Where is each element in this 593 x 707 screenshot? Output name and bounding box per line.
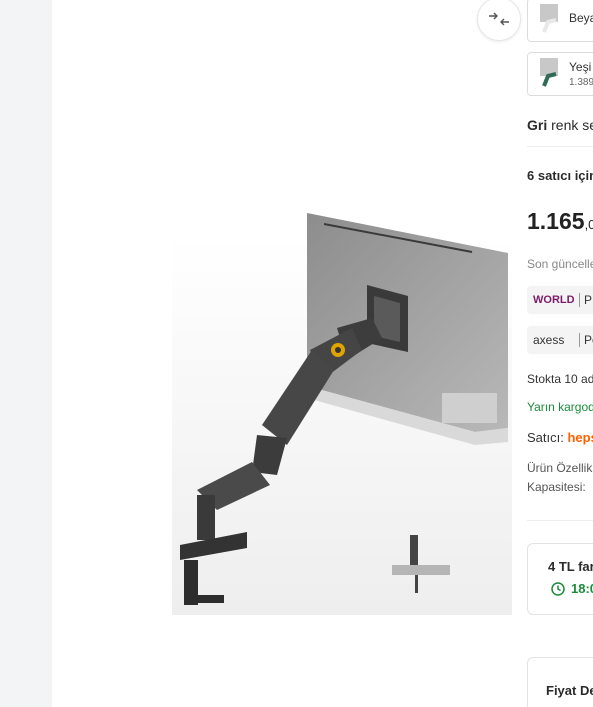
price-main: 1.165 (527, 208, 585, 234)
axess-logo: axess (533, 333, 565, 347)
selected-color-line: Gri renk se (527, 117, 593, 133)
clock-icon (551, 582, 565, 596)
price-fraction: ,0 (584, 217, 593, 232)
color-option-white[interactable]: Beya (527, 0, 593, 42)
badge-label: Pe (584, 333, 593, 347)
left-rail (0, 0, 52, 707)
divider (527, 520, 593, 521)
price-card[interactable]: Fiyat De (527, 657, 593, 707)
sellers-heading: 6 satıcı için (527, 168, 593, 183)
product-info-column: Beya Yeşi 1.389 Gri renk se 6 satıcı içi… (512, 0, 593, 707)
color-thumbnail (540, 4, 558, 33)
world-logo: WORLD (533, 294, 575, 306)
product-image-monitor-arm[interactable] (172, 210, 512, 615)
features-line-1: Ürün Özellik (527, 461, 593, 475)
delivery-text: Yarın kargod (527, 400, 593, 414)
badge-axess[interactable]: axess Pe (527, 326, 593, 354)
last-update-text: Son güncelle (527, 257, 593, 271)
features-line-2: Kapasitesi: (527, 480, 586, 494)
badge-separator (579, 293, 580, 307)
badge-separator (579, 333, 580, 347)
price: 1.165,0 (527, 208, 593, 235)
seller-line: Satıcı: heps (527, 430, 593, 445)
color-option-name: Yeşi (569, 60, 592, 74)
price-card-title: Fiyat De (546, 683, 593, 698)
collapse-arrows-icon (489, 12, 509, 26)
seller-label: Satıcı: (527, 430, 564, 445)
color-option-green[interactable]: Yeşi 1.389 (527, 52, 593, 96)
color-option-name: Beya (569, 11, 593, 25)
product-gallery (52, 0, 521, 707)
shipping-card[interactable]: 4 TL far 18:0 (527, 543, 593, 615)
seller-name-link[interactable]: heps (567, 430, 593, 445)
color-option-price: 1.389 (569, 77, 593, 88)
stock-text: Stokta 10 ad (527, 372, 593, 386)
badge-label: P (584, 293, 593, 307)
badge-world[interactable]: WORLD P (527, 286, 593, 314)
color-thumbnail (540, 58, 558, 87)
selected-color-suffix: renk se (547, 117, 593, 133)
shipping-card-title: 4 TL far (548, 559, 593, 574)
divider (527, 146, 593, 147)
selected-color-value: Gri (527, 117, 548, 133)
shipping-card-time: 18:0 (571, 581, 593, 596)
